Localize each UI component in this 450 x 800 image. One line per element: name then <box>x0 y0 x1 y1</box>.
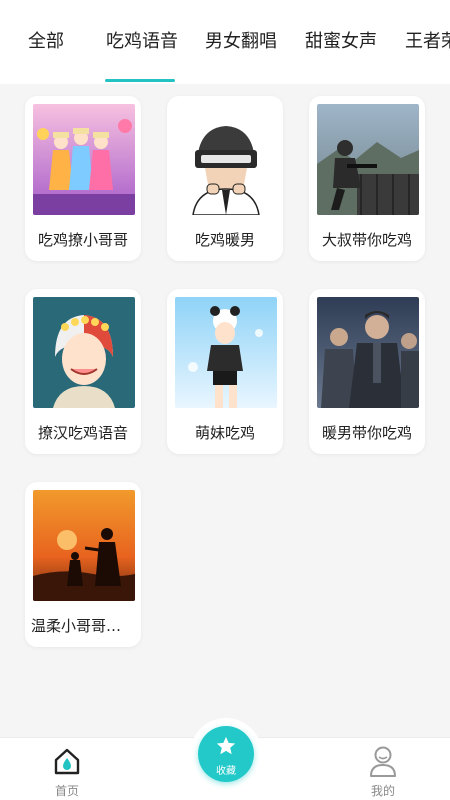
nav-home[interactable]: 首页 <box>22 738 112 800</box>
favorites-label: 收藏 <box>216 766 236 777</box>
card-title: 大叔带你吃鸡 <box>321 231 412 249</box>
card-title: 吃鸡撩小哥哥 <box>37 231 128 249</box>
voice-card[interactable]: 暖男带你吃鸡 <box>309 289 425 454</box>
nav-mine[interactable]: 我的 <box>338 738 428 800</box>
voice-card[interactable]: 温柔小哥哥吃... <box>25 482 141 647</box>
nav-mine-label: 我的 <box>370 784 395 798</box>
tab-sweet-female-voice[interactable]: 甜蜜女声 <box>305 0 377 84</box>
card-thumbnail <box>175 104 277 215</box>
home-icon <box>54 748 80 775</box>
tab-honor-of-kings[interactable]: 王者荣 <box>405 0 450 84</box>
category-tabs: 全部 吃鸡语音 男女翻唱 甜蜜女声 王者荣 <box>0 0 450 84</box>
card-title: 萌妹吃鸡 <box>194 424 255 442</box>
voice-card[interactable]: 吃鸡撩小哥哥 <box>25 96 141 261</box>
card-title: 暖男带你吃鸡 <box>321 424 412 442</box>
tab-pubg-voice[interactable]: 吃鸡语音 <box>106 0 178 84</box>
card-thumbnail <box>317 104 419 215</box>
voice-card[interactable]: 萌妹吃鸡 <box>167 289 283 454</box>
star-icon <box>216 736 236 755</box>
nav-home-label: 首页 <box>54 784 79 798</box>
card-thumbnail <box>33 490 135 601</box>
card-title: 温柔小哥哥吃... <box>31 617 136 635</box>
tab-cover-songs[interactable]: 男女翻唱 <box>205 0 277 84</box>
tab-all[interactable]: 全部 <box>28 0 64 84</box>
card-thumbnail <box>175 297 277 408</box>
voice-card[interactable]: 大叔带你吃鸡 <box>309 96 425 261</box>
card-thumbnail <box>317 297 419 408</box>
card-thumbnail <box>33 297 135 408</box>
voice-card[interactable]: 吃鸡暖男 <box>167 96 283 261</box>
favorites-button[interactable]: 收藏 <box>198 726 254 782</box>
favorites-fab-container: 收藏 <box>190 718 262 790</box>
user-icon <box>370 746 396 777</box>
card-title: 吃鸡暖男 <box>194 231 255 249</box>
card-thumbnail <box>33 104 135 215</box>
card-title: 撩汉吃鸡语音 <box>37 424 128 442</box>
active-tab-indicator <box>105 79 175 82</box>
voice-card[interactable]: 撩汉吃鸡语音 <box>25 289 141 454</box>
